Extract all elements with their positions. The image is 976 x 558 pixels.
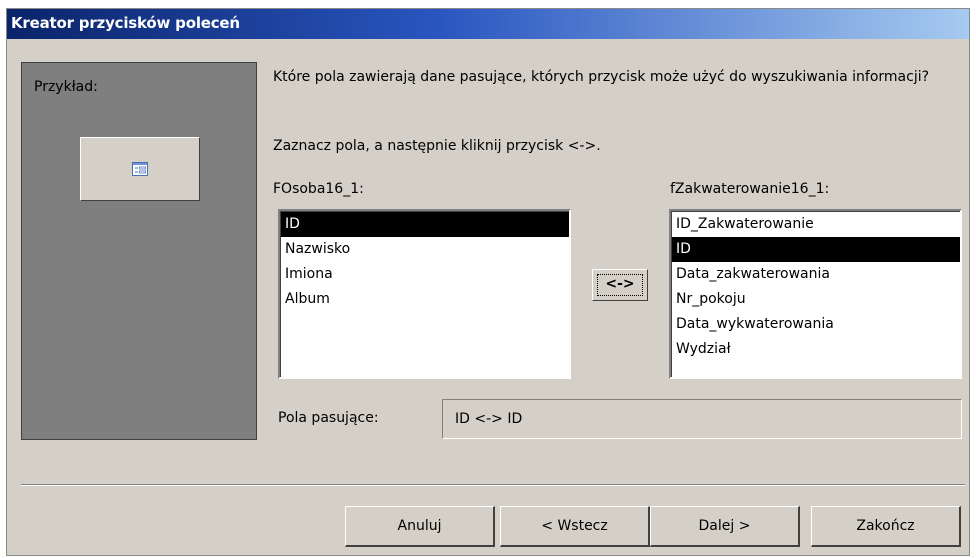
left-list-label: FOsoba16_1: (273, 181, 364, 197)
next-button-label: Dalej > (698, 518, 751, 534)
preview-panel: Przykład: (21, 62, 257, 440)
right-field-list[interactable]: ID_Zakwaterowanie ID Data_zakwaterowania Nr… (669, 209, 962, 379)
preview-label: Przykład: (34, 79, 98, 95)
left-field-list[interactable]: ID Nazwisko Imiona Album (278, 209, 571, 379)
right-field-list-item[interactable]: Data_wykwaterowania (672, 312, 960, 337)
left-field-list-item[interactable]: Imiona (281, 262, 569, 287)
right-field-list-item[interactable]: Nr_pokoju (672, 287, 960, 312)
form-icon (132, 162, 148, 176)
hint-text: Zaznacz pola, a następnie kliknij przyci… (273, 138, 601, 154)
left-field-list-item[interactable]: ID (281, 212, 569, 237)
next-button[interactable]: Dalej > (650, 506, 800, 547)
matched-fields-label: Pola pasujące: (278, 410, 379, 426)
cancel-button[interactable]: Anuluj (345, 506, 495, 547)
right-field-list-item[interactable]: Data_zakwaterowania (672, 262, 960, 287)
matched-fields-value: ID <-> ID (442, 399, 962, 439)
back-button[interactable]: < Wstecz (500, 506, 650, 547)
right-field-list-item[interactable]: ID (672, 237, 960, 262)
back-button-label: < Wstecz (541, 518, 608, 534)
finish-button[interactable]: Zakończ (811, 506, 961, 547)
right-field-list-item[interactable]: ID_Zakwaterowanie (672, 212, 960, 237)
right-list-label: fZakwaterowanie16_1: (670, 181, 830, 197)
command-button-wizard-dialog: Kreator przycisków poleceń Przykład: Któ… (6, 8, 970, 556)
question-text: Które pola zawierają dane pasujące, któr… (273, 69, 930, 85)
right-field-list-item[interactable]: Wydział (672, 337, 960, 362)
separator-line (21, 484, 965, 486)
preview-button (80, 137, 200, 201)
match-fields-button[interactable]: <-> (592, 269, 648, 301)
left-field-list-item[interactable]: Nazwisko (281, 237, 569, 262)
window-title: Kreator przycisków poleceń (11, 14, 240, 32)
cancel-button-label: Anuluj (397, 518, 442, 534)
title-bar: Kreator przycisków poleceń (7, 9, 969, 39)
left-field-list-item[interactable]: Album (281, 287, 569, 312)
finish-button-label: Zakończ (856, 518, 915, 534)
focus-rectangle (597, 274, 643, 296)
